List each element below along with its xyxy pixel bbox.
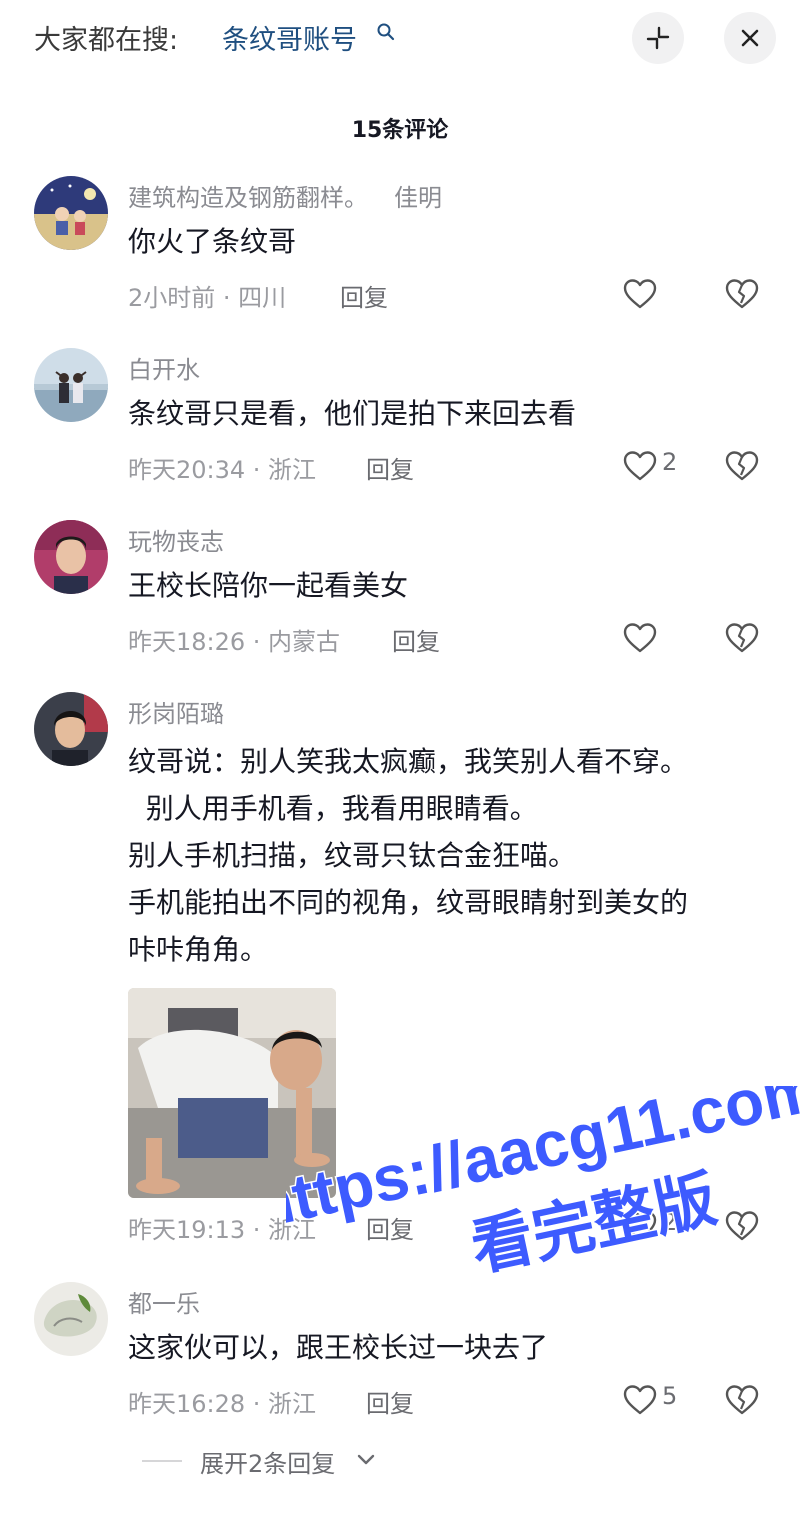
- hot-search-prefix: 大家都在搜:: [34, 25, 179, 56]
- comment-text-line: 别人手机扫描，纹哥只钛合金狂喵。: [128, 839, 577, 872]
- like-count: 2: [662, 448, 678, 476]
- top-bar: 大家都在搜: 条纹哥账号: [0, 0, 800, 80]
- heart-icon: [623, 451, 657, 481]
- comment-item: 白开水 条纹哥只是看，他们是拍下来回去看 昨天20:34 · 浙江 回复 2: [0, 344, 800, 494]
- author-name-primary[interactable]: 白开水: [128, 356, 200, 384]
- author-name[interactable]: 建筑构造及钢筋翻样。 佳明: [128, 178, 442, 213]
- author-name[interactable]: 形岗陌璐: [128, 694, 224, 729]
- heart-icon: [623, 1385, 657, 1415]
- watermark-overlay: https://aacg11.com 看完整版: [286, 1086, 800, 1286]
- broken-heart-icon: [725, 451, 759, 481]
- comment-count-title: 15条评论: [351, 118, 449, 143]
- reply-button[interactable]: 回复: [392, 622, 440, 657]
- comment-text-line: 王校长陪你一起看美女: [128, 569, 409, 602]
- heart-icon: [623, 623, 657, 653]
- avatar[interactable]: [34, 520, 108, 594]
- comment-text: 王校长陪你一起看美女: [128, 562, 408, 609]
- comment-text-line: 纹哥说：别人笑我太疯癫，我笑别人看不穿。: [128, 745, 689, 778]
- comment-meta: 昨天20:34 · 浙江: [128, 456, 317, 484]
- like-button[interactable]: [622, 274, 702, 314]
- collapse-icon: [646, 26, 670, 50]
- comment-text-line: 你火了条纹哥: [128, 225, 297, 258]
- dislike-button[interactable]: [724, 446, 764, 486]
- author-name[interactable]: 都一乐: [128, 1284, 200, 1319]
- search-icon[interactable]: [376, 22, 396, 42]
- heart-icon: [623, 279, 657, 309]
- comment-text-line: 这家伙可以，跟王校长过一块去了: [128, 1331, 549, 1364]
- comment-text-line: 手机能拍出不同的视角，纹哥眼睛射到美女的: [128, 886, 689, 919]
- author-name[interactable]: 白开水: [128, 350, 200, 385]
- like-button[interactable]: [622, 618, 702, 658]
- author-name-primary[interactable]: 建筑构造及钢筋翻样。: [128, 184, 368, 212]
- like-count: 5: [662, 1382, 678, 1410]
- broken-heart-icon: [725, 279, 759, 309]
- author-name[interactable]: 玩物丧志: [128, 522, 224, 557]
- avatar[interactable]: [34, 348, 108, 422]
- close-icon: [741, 29, 759, 47]
- avatar[interactable]: [34, 176, 108, 250]
- comment-text-line: 条纹哥只是看，他们是拍下来回去看: [128, 397, 577, 430]
- reply-button[interactable]: 回复: [366, 450, 414, 485]
- author-name-primary[interactable]: 都一乐: [128, 1290, 200, 1318]
- like-button[interactable]: 2: [622, 446, 702, 486]
- comment-text: 纹哥说：别人笑我太疯癫，我笑别人看不穿。 别人用手机看，我看用眼睛看。 别人手机…: [128, 738, 688, 973]
- comment-item: 玩物丧志 王校长陪你一起看美女 昨天18:26 · 内蒙古 回复: [0, 516, 800, 666]
- expand-divider: [142, 1460, 182, 1462]
- author-name-primary[interactable]: 玩物丧志: [128, 528, 224, 556]
- expand-replies-button[interactable]: 展开2条回复: [142, 1444, 442, 1478]
- reply-button[interactable]: 回复: [366, 1384, 414, 1419]
- broken-heart-icon: [725, 623, 759, 653]
- avatar[interactable]: [34, 1282, 108, 1356]
- dislike-button[interactable]: [724, 1380, 764, 1420]
- hot-search-term-link[interactable]: 条纹哥账号: [222, 18, 357, 57]
- comment-item: 都一乐 这家伙可以，跟王校长过一块去了 昨天16:28 · 浙江 回复 5: [0, 1278, 800, 1428]
- comment-meta: 昨天16:28 · 浙江: [128, 1390, 317, 1418]
- expand-replies-label: 展开2条回复: [200, 1450, 336, 1478]
- avatar[interactable]: [34, 692, 108, 766]
- comment-meta: 2小时前 · 四川: [128, 284, 287, 312]
- broken-heart-icon: [725, 1385, 759, 1415]
- comment-text: 你火了条纹哥: [128, 218, 296, 265]
- comment-text-line: 咔咔角角。: [128, 933, 269, 966]
- comment-text-line: 别人用手机看，我看用眼睛看。: [128, 792, 538, 825]
- dislike-button[interactable]: [724, 274, 764, 314]
- collapse-button[interactable]: [632, 12, 684, 64]
- comment-text: 这家伙可以，跟王校长过一块去了: [128, 1324, 548, 1371]
- comment-meta: 昨天18:26 · 内蒙古: [128, 628, 341, 656]
- author-name-secondary[interactable]: 佳明: [394, 184, 442, 212]
- like-button[interactable]: 5: [622, 1380, 702, 1420]
- comment-item: 建筑构造及钢筋翻样。 佳明 你火了条纹哥 2小时前 · 四川 回复: [0, 172, 800, 322]
- reply-button[interactable]: 回复: [340, 278, 388, 313]
- dislike-button[interactable]: [724, 618, 764, 658]
- chevron-down-icon: [357, 1454, 375, 1465]
- author-name-primary[interactable]: 形岗陌璐: [128, 700, 224, 728]
- close-button[interactable]: [724, 12, 776, 64]
- comment-text: 条纹哥只是看，他们是拍下来回去看: [128, 390, 576, 437]
